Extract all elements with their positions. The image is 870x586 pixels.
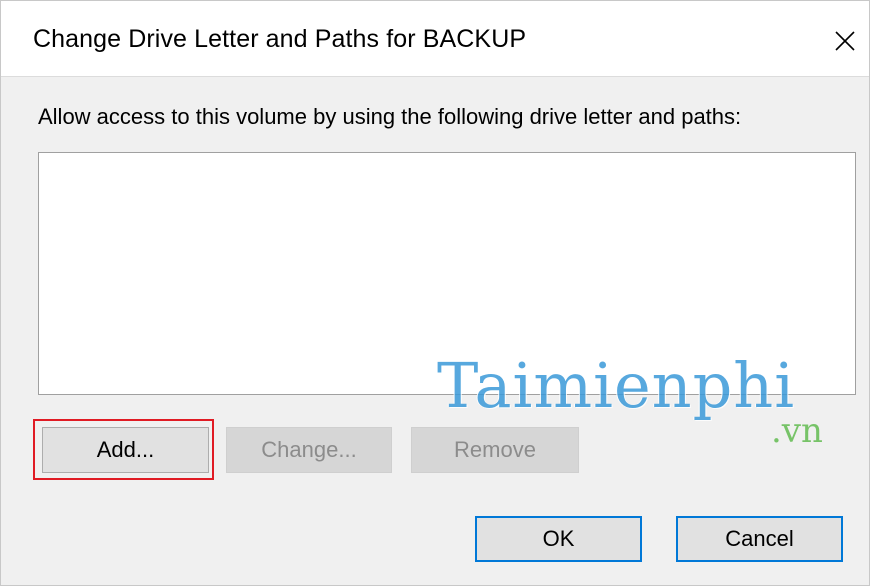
remove-button[interactable]: Remove: [411, 427, 579, 473]
instruction-label: Allow access to this volume by using the…: [38, 104, 742, 129]
add-button[interactable]: Add...: [42, 427, 209, 473]
change-button[interactable]: Change...: [226, 427, 392, 473]
dialog-title: Change Drive Letter and Paths for BACKUP: [33, 25, 527, 53]
change-drive-letter-dialog: Change Drive Letter and Paths for BACKUP…: [0, 0, 870, 586]
watermark-suffix: .vn: [771, 411, 823, 451]
drive-paths-list[interactable]: [38, 152, 856, 395]
cancel-button[interactable]: Cancel: [676, 516, 843, 562]
title-bar: Change Drive Letter and Paths for BACKUP: [1, 1, 869, 77]
close-button[interactable]: [827, 23, 863, 59]
ok-button[interactable]: OK: [475, 516, 642, 562]
close-icon: [835, 31, 855, 51]
